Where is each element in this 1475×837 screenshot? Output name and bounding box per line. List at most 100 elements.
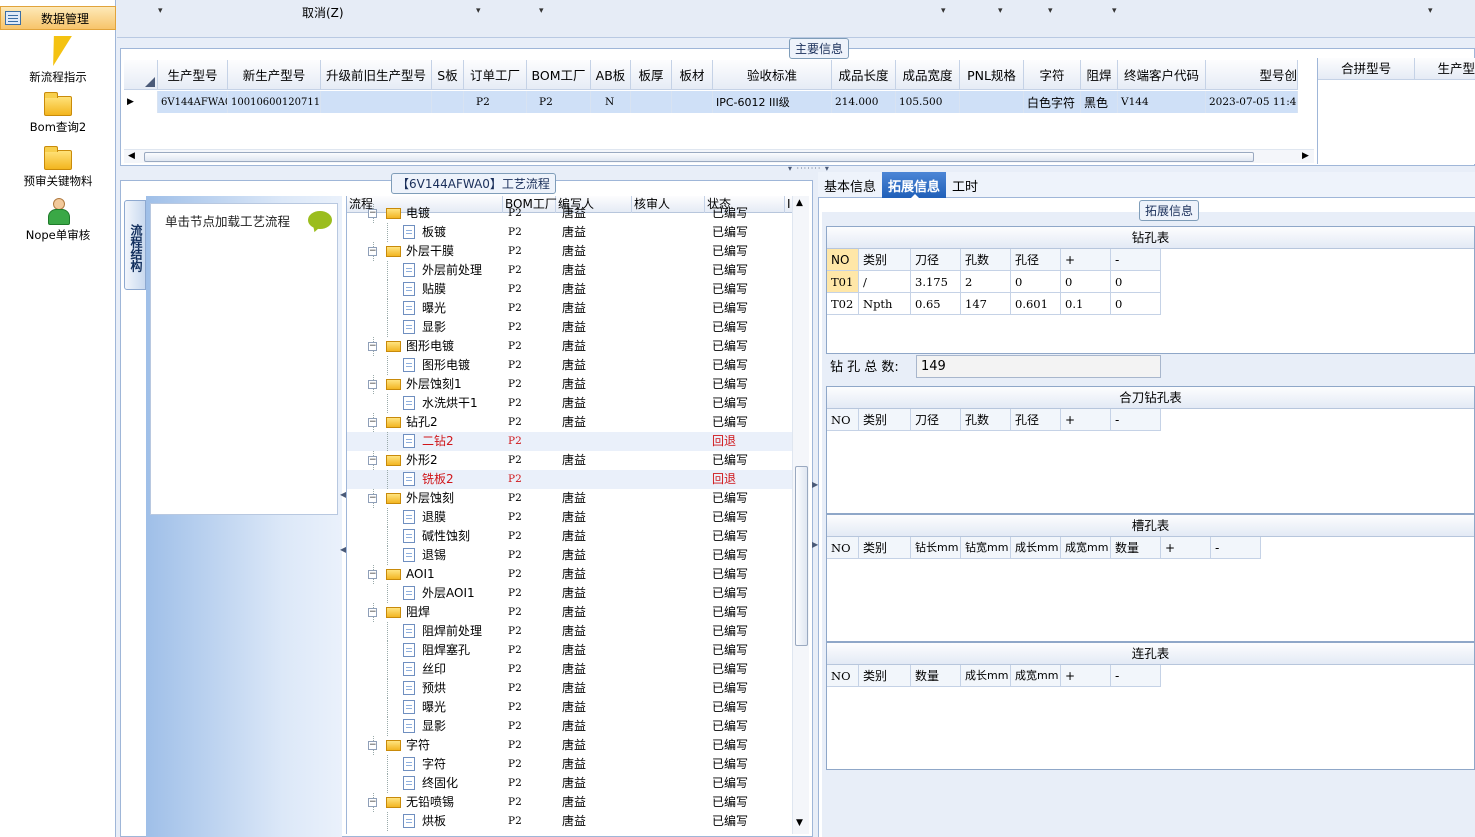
list-item[interactable]: 图形电镀 P2 唐益 已编写	[347, 356, 792, 375]
sidebar-item-new-process[interactable]: 新流程指示	[0, 34, 116, 85]
scroll-left-icon[interactable]: ◀	[128, 151, 135, 161]
dropdown-arrow-icon[interactable]: ▾	[539, 6, 544, 16]
collapse-toggle-icon[interactable]: −	[368, 798, 377, 807]
process-name: 贴膜	[422, 282, 447, 296]
sidebar-item-nope-review[interactable]: Nope单审核	[0, 198, 116, 243]
process-writer: 唐益	[562, 738, 587, 752]
list-item[interactable]: − 外形2 P2 唐益 已编写	[347, 451, 792, 470]
list-item[interactable]: − 钻孔2 P2 唐益 已编写	[347, 413, 792, 432]
collapse-toggle-icon[interactable]: −	[368, 380, 377, 389]
list-item[interactable]: 外层AOI1 P2 唐益 已编写	[347, 584, 792, 603]
list-item[interactable]: − AOI1 P2 唐益 已编写	[347, 565, 792, 584]
list-item[interactable]: 终固化 P2 唐益 已编写	[347, 774, 792, 793]
sidebar-header-data-management[interactable]: 数据管理	[0, 6, 116, 30]
col-old-production-model[interactable]: 升级前旧生产型号	[321, 60, 432, 90]
col-merge-model[interactable]: 合拼型号	[1318, 58, 1416, 79]
sidebar-item-bom-query[interactable]: Bom查询2	[0, 92, 116, 135]
collapse-toggle-icon[interactable]: −	[368, 456, 377, 465]
col-order-factory[interactable]: 订单工厂	[464, 60, 527, 90]
list-item[interactable]: − 阻焊 P2 唐益 已编写	[347, 603, 792, 622]
list-item[interactable]: 水洗烘干1 P2 唐益 已编写	[347, 394, 792, 413]
vertical-scrollbar[interactable]: ▲ ▼	[792, 196, 809, 834]
dropdown-arrow-icon[interactable]: ▾	[941, 6, 946, 16]
col-ab-board[interactable]: AB板	[591, 60, 631, 90]
process-name-cell: 阻焊前处理	[347, 622, 503, 641]
list-item[interactable]: − 无铅喷锡 P2 唐益 已编写	[347, 793, 792, 812]
dropdown-arrow-icon[interactable]: ▾	[998, 6, 1003, 16]
tab-process-structure[interactable]: 流程结构	[124, 200, 146, 290]
scroll-thumb[interactable]	[795, 466, 808, 646]
collapse-toggle-icon[interactable]: −	[368, 247, 377, 256]
list-item[interactable]: 曝光 P2 唐益 已编写	[347, 698, 792, 717]
tab-work-hours[interactable]: 工时	[946, 172, 984, 198]
list-item[interactable]: 外层前处理 P2 唐益 已编写	[347, 261, 792, 280]
list-item[interactable]: 阻焊塞孔 P2 唐益 已编写	[347, 641, 792, 660]
col-pnl-spec[interactable]: PNL规格	[960, 60, 1024, 90]
horizontal-scrollbar[interactable]: ◀ ▶	[124, 149, 1314, 163]
collapse-toggle-icon[interactable]: −	[368, 494, 377, 503]
list-item[interactable]: − 外层干膜 P2 唐益 已编写	[347, 242, 792, 261]
list-item[interactable]: 退膜 P2 唐益 已编写	[347, 508, 792, 527]
col-material[interactable]: 板材	[672, 60, 713, 90]
file-icon	[403, 681, 415, 695]
col-bom-factory[interactable]: BOM工厂	[527, 60, 591, 90]
list-item[interactable]: 阻焊前处理 P2 唐益 已编写	[347, 622, 792, 641]
collapse-toggle-icon[interactable]: −	[368, 342, 377, 351]
col-model-created[interactable]: 型号创	[1206, 60, 1298, 90]
col-finished-length[interactable]: 成品长度	[832, 60, 896, 90]
col-merge-production[interactable]: 生产型	[1415, 58, 1475, 79]
collapse-toggle-icon[interactable]: −	[368, 608, 377, 617]
list-item[interactable]: − 图形电镀 P2 唐益 已编写	[347, 337, 792, 356]
col-solder-mask[interactable]: 阻焊	[1081, 60, 1118, 90]
dropdown-arrow-icon[interactable]: ▾	[1112, 6, 1117, 16]
cell-plus: 0	[1061, 271, 1111, 293]
list-item[interactable]: 丝印 P2 唐益 已编写	[347, 660, 792, 679]
col-s-board[interactable]: S板	[432, 60, 464, 90]
table-row[interactable]: T02 Npth 0.65 147 0.601 0.1 0	[827, 293, 1474, 315]
collapse-toggle-icon[interactable]: −	[368, 418, 377, 427]
table-row[interactable]: T01 / 3.175 2 0 0 0	[827, 271, 1474, 293]
list-item[interactable]: − 外层蚀刻 P2 唐益 已编写	[347, 489, 792, 508]
collapse-toggle-icon[interactable]: −	[368, 570, 377, 579]
dropdown-arrow-icon[interactable]: ▾	[1048, 6, 1053, 16]
list-item[interactable]: 字符 P2 唐益 已编写	[347, 755, 792, 774]
col-production-model[interactable]: 生产型号	[158, 60, 228, 90]
list-item[interactable]: 烘板 P2 唐益 已编写	[347, 812, 792, 831]
list-item[interactable]: 曝光 P2 唐益 已编写	[347, 299, 792, 318]
col-end-customer-code[interactable]: 终端客户代码	[1118, 60, 1206, 90]
dropdown-arrow-icon[interactable]: ▾	[158, 6, 163, 16]
list-item[interactable]: 碱性蚀刻 P2 唐益 已编写	[347, 527, 792, 546]
list-item[interactable]: 退锡 P2 唐益 已编写	[347, 546, 792, 565]
col-character[interactable]: 字符	[1024, 60, 1081, 90]
tab-basic-info[interactable]: 基本信息	[818, 172, 882, 198]
list-item[interactable]: 板镀 P2 唐益 已编写	[347, 223, 792, 242]
tab-extended-info[interactable]: 拓展信息	[882, 172, 947, 199]
col-thickness[interactable]: 板厚	[631, 60, 672, 90]
col-acceptance-standard[interactable]: 验收标准	[713, 60, 832, 90]
cancel-button[interactable]: 取消(Z)	[302, 4, 344, 21]
list-item[interactable]: 贴膜 P2 唐益 已编写	[347, 280, 792, 299]
scroll-right-icon[interactable]: ▶	[1302, 151, 1309, 161]
col-finished-width[interactable]: 成品宽度	[896, 60, 960, 90]
scroll-up-icon[interactable]: ▲	[796, 198, 803, 208]
dropdown-arrow-icon[interactable]: ▾	[476, 6, 481, 16]
drill-total-field[interactable]: 149	[916, 355, 1161, 378]
collapse-toggle-icon[interactable]: −	[368, 741, 377, 750]
scroll-thumb[interactable]	[144, 152, 1254, 162]
dropdown-arrow-icon[interactable]: ▾	[1428, 6, 1433, 16]
list-item[interactable]: 二钻2 P2 回退	[347, 432, 792, 451]
table-row[interactable]: ▶ 6V144AFWA0 10010600120711 P2 P2 N IPC-…	[124, 91, 1298, 113]
list-item[interactable]: 铣板2 P2 回退	[347, 470, 792, 489]
list-item[interactable]: − 电镀 P2 唐益 已编写	[347, 204, 792, 223]
hint-text[interactable]: 单击节点加载工艺流程	[165, 211, 290, 230]
list-item[interactable]: − 外层蚀刻1 P2 唐益 已编写	[347, 375, 792, 394]
list-item[interactable]: 显影 P2 唐益 已编写	[347, 318, 792, 337]
scroll-down-icon[interactable]: ▼	[796, 818, 803, 828]
col-new-production-model[interactable]: 新生产型号	[228, 60, 321, 90]
sidebar-item-preaudit-material[interactable]: 预审关键物料	[0, 146, 116, 189]
list-item[interactable]: 显影 P2 唐益 已编写	[347, 717, 792, 736]
list-item[interactable]: 预烘 P2 唐益 已编写	[347, 679, 792, 698]
collapse-toggle-icon[interactable]: −	[368, 209, 377, 218]
list-item[interactable]: − 字符 P2 唐益 已编写	[347, 736, 792, 755]
tree-line	[387, 584, 388, 603]
